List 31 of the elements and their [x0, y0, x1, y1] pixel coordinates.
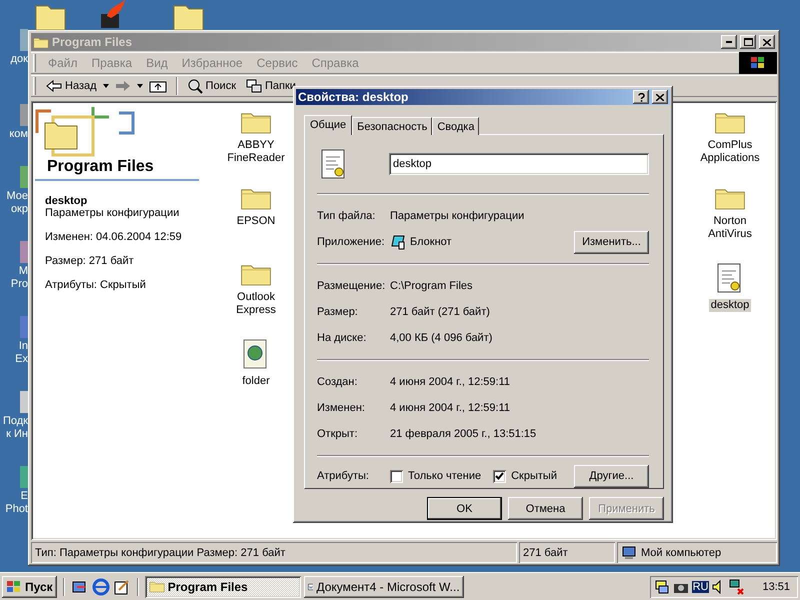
file-type: Параметры конфигурации [45, 207, 180, 219]
property-label: Открыт: [317, 428, 359, 440]
file-detail: Изменен: 04.06.2004 12:59 [45, 231, 183, 243]
file-detail: Атрибуты: Скрытый [45, 279, 147, 291]
property-label: Приложение: [317, 236, 386, 248]
property-label: Создан: [317, 376, 358, 388]
property-value: 4,00 КБ (4 096 байт) [390, 332, 492, 344]
property-value: 4 июня 2004 г., 12:59:11 [390, 402, 510, 414]
status-text: Тип: Параметры конфигурации Размер: 271 байт [35, 546, 286, 558]
dialog-title: Свойства: desktop [298, 90, 410, 104]
property-value: C:\Program Files [390, 280, 473, 292]
clock: 13:51 [762, 580, 790, 592]
property-value: 21 февраля 2005 г., 13:51:15 [390, 428, 536, 440]
property-value: 271 байт (271 байт) [390, 306, 490, 318]
file-detail: Размер: 271 байт [45, 255, 135, 267]
property-value: 4 июня 2004 г., 12:59:11 [390, 376, 510, 388]
status-text: Мой компьютер [641, 546, 722, 558]
property-label: Размещение: [317, 280, 386, 292]
checkbox-label: Только чтение [408, 470, 482, 482]
folder-heading: Program Files [46, 158, 155, 177]
window-title: Program Files [52, 35, 134, 49]
property-label: Размер: [317, 306, 359, 318]
status-text: 271 байт [523, 546, 568, 558]
property-value: Блокнот [410, 236, 452, 248]
checkbox-label: Скрытый [511, 470, 557, 482]
attributes-label: Атрибуты: [317, 470, 370, 482]
property-label: Тип файла: [317, 210, 376, 222]
property-value: Параметры конфигурации [390, 210, 524, 222]
property-label: На диске: [317, 332, 368, 344]
file-name: desktop [45, 195, 88, 207]
property-label: Изменен: [317, 402, 366, 414]
